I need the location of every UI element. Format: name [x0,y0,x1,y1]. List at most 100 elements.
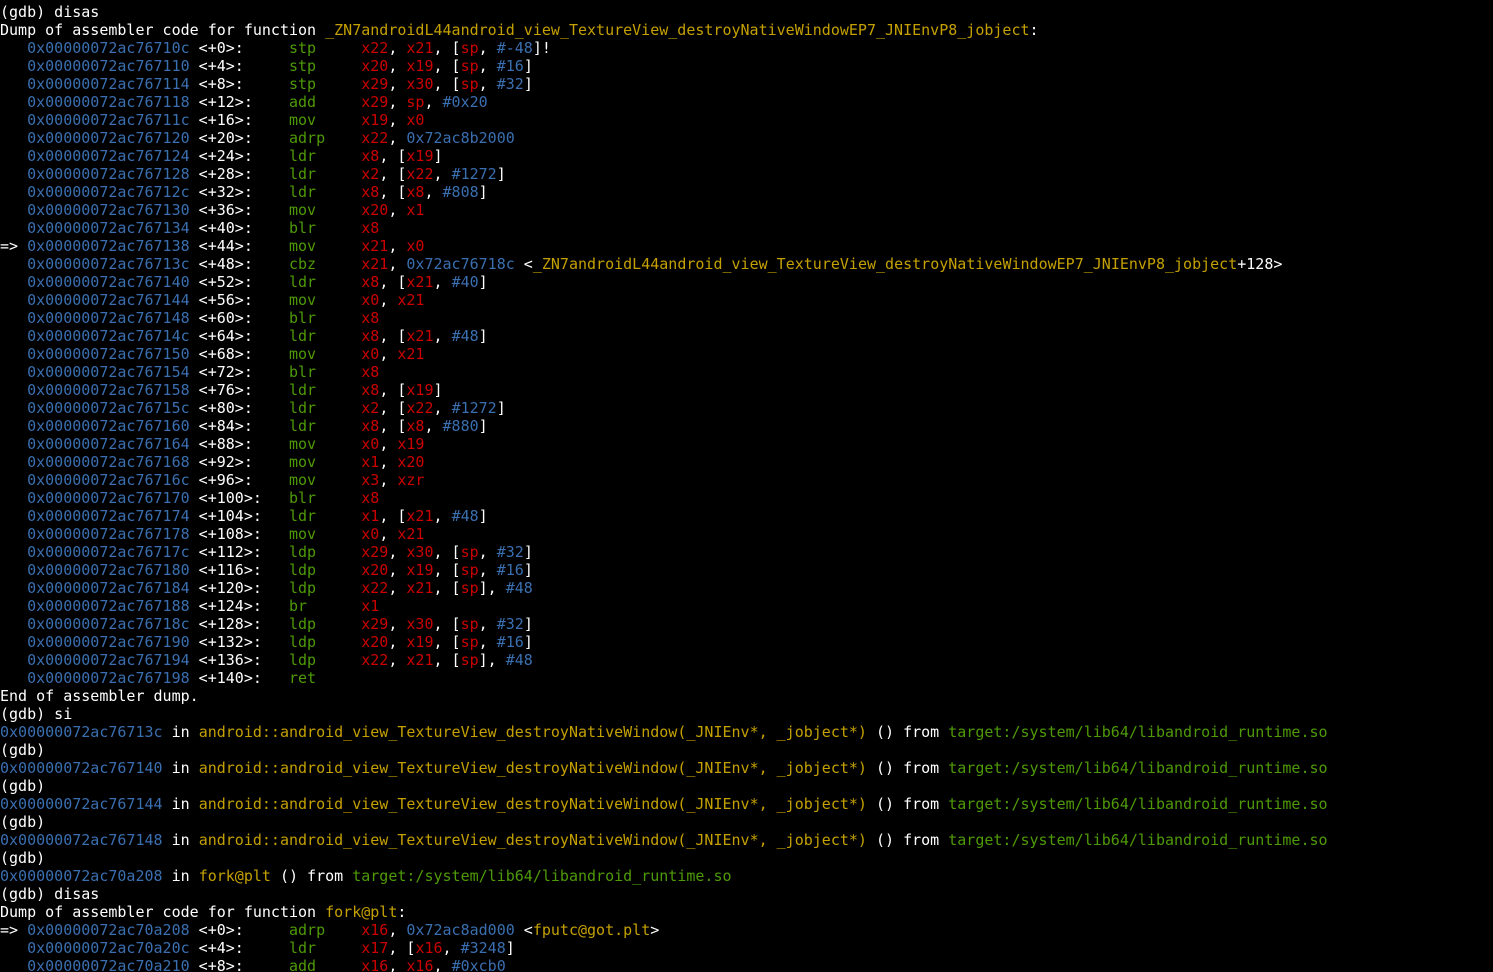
address: 0x00000072ac76716c [27,471,190,489]
terminal-line: 0x00000072ac767130 <+36>: mov x20, x1 [0,201,1493,219]
address: 0x00000072ac767148 [27,309,190,327]
immediate: #1272 [451,165,497,183]
punctuation: , [424,183,443,201]
immediate: #808 [442,183,479,201]
punctuation: , [388,111,407,129]
register: x8 [406,183,425,201]
punctuation: , [388,201,407,219]
register: x22 [361,39,389,57]
address: 0x00000072ac767150 [27,345,190,363]
terminal-line: 0x00000072ac70a208 in fork@plt () from t… [0,867,1493,885]
punctuation: , [ [433,651,461,669]
gdb-prompt: (gdb) si [0,705,73,723]
terminal-line: 0x00000072ac76713c in android::android_v… [0,723,1493,741]
register: x2 [361,165,380,183]
punctuation: , [478,543,497,561]
offset: <+64>: [189,327,289,345]
register: x20 [361,57,389,75]
register: x0 [361,525,380,543]
immediate: #0xcb0 [451,957,506,972]
terminal-line: (gdb) [0,813,1493,831]
terminal-line: (gdb) si [0,705,1493,723]
mnemonic: ldr [289,417,317,435]
address: 0x00000072ac767128 [27,165,190,183]
register: x29 [361,543,389,561]
mnemonic: stp [289,39,317,57]
immediate: #1272 [451,399,497,417]
punctuation: , [379,345,398,363]
mnemonic: ldp [289,615,317,633]
terminal-window[interactable]: (gdb) disas Dump of assembler code for fu… [0,0,1493,972]
output-text: () from [866,831,949,849]
library-path: target:/system/lib64/libandroid_runtime.… [948,831,1328,849]
offset: <+104>: [189,507,289,525]
offset: <+36>: [189,201,289,219]
address: 0x00000072ac767138 [27,237,190,255]
mnemonic: ldr [289,327,317,345]
mnemonic: ret [289,669,317,687]
register: x20 [397,453,425,471]
address: 0x00000072ac767140 [27,273,190,291]
output-text: : [1029,21,1039,39]
register: sp [460,615,479,633]
immediate: #0x20 [442,93,488,111]
punctuation: , [433,399,452,417]
terminal-line: 0x00000072ac767164 <+88>: mov x0, x19 [0,435,1493,453]
punctuation: ] [478,417,488,435]
punctuation: , [388,543,407,561]
terminal-line: (gdb) disas [0,3,1493,21]
terminal-line: 0x00000072ac767158 <+76>: ldr x8, [x19] [0,381,1493,399]
address: 0x00000072ac70a208 [27,921,190,939]
terminal-line: 0x00000072ac767118 <+12>: add x29, sp, #… [0,93,1493,111]
mnemonic: add [289,957,317,972]
mnemonic: ldp [289,561,317,579]
register: sp [460,39,479,57]
immediate: #-48 [496,39,533,57]
terminal-line: 0x00000072ac767140 in android::android_v… [0,759,1493,777]
mnemonic: ldr [289,147,317,165]
immediate: 0x72ac8b2000 [406,129,515,147]
gdb-prompt: (gdb) [0,741,46,759]
mnemonic: blr [289,219,317,237]
address: 0x00000072ac767144 [27,291,190,309]
register: sp [460,543,479,561]
mnemonic: add [289,93,317,111]
offset: <+96>: [189,471,289,489]
register: x0 [361,345,380,363]
punctuation: ] [433,381,443,399]
punctuation: , [ [433,543,461,561]
punctuation: , [388,615,407,633]
immediate: #16 [496,633,524,651]
punctuation: , [ [388,939,416,957]
mnemonic: br [289,597,308,615]
register: sp [460,633,479,651]
punctuation: , [478,615,497,633]
gdb-prompt: (gdb) [0,777,46,795]
function-name: fork@plt [198,867,271,885]
address: 0x00000072ac767110 [27,57,190,75]
offset: <+108>: [189,525,289,543]
register: x22 [406,165,434,183]
register: x29 [361,75,389,93]
punctuation: ] [505,939,515,957]
terminal-line: 0x00000072ac767170 <+100>: blr x8 [0,489,1493,507]
terminal-line: 0x00000072ac767128 <+28>: ldr x2, [x22, … [0,165,1493,183]
punctuation: ] [523,561,533,579]
mnemonic: mov [289,453,317,471]
punctuation: , [478,561,497,579]
address: 0x00000072ac76711c [27,111,190,129]
punctuation: , [ [379,507,407,525]
punctuation: , [424,417,443,435]
terminal-line: 0x00000072ac767194 <+136>: ldp x22, x21,… [0,651,1493,669]
terminal-line: 0x00000072ac767180 <+116>: ldp x20, x19,… [0,561,1493,579]
register: xzr [397,471,425,489]
terminal-line: (gdb) [0,849,1493,867]
punctuation: , [388,39,407,57]
punctuation: , [388,561,407,579]
